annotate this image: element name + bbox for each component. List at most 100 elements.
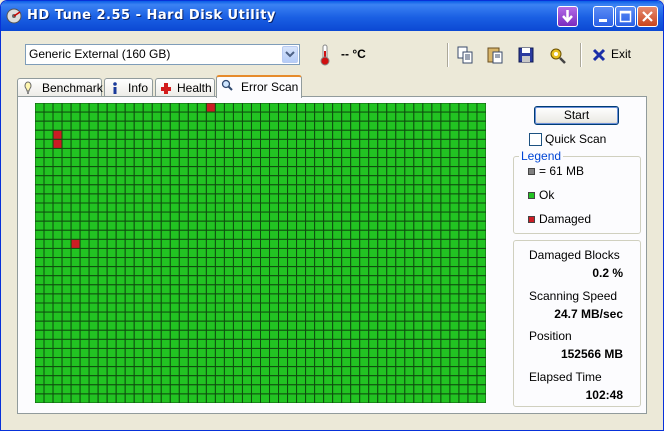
ok-block <box>323 266 334 277</box>
tab-health[interactable]: Health <box>155 78 215 97</box>
ok-block <box>133 366 144 377</box>
ok-block <box>359 247 370 259</box>
ok-block <box>314 266 325 277</box>
ok-block <box>431 229 442 240</box>
ok-block <box>160 147 171 159</box>
temperature-readout: -- °C <box>341 47 366 61</box>
ok-block <box>169 329 180 340</box>
drive-select[interactable]: Generic External (160 GB) <box>25 44 300 65</box>
ok-block <box>467 229 478 240</box>
ok-block <box>260 202 271 213</box>
ok-block <box>332 357 343 368</box>
ok-block <box>287 202 298 213</box>
ok-block <box>142 238 153 249</box>
tab-info[interactable]: Info <box>104 78 153 97</box>
ok-block <box>431 138 442 149</box>
close-button[interactable] <box>637 6 658 27</box>
ok-block <box>79 366 90 377</box>
ok-block <box>35 120 45 131</box>
ok-block <box>458 129 469 140</box>
ok-block <box>205 175 216 186</box>
options-icon[interactable] <box>548 45 568 65</box>
ok-block <box>187 120 198 131</box>
ok-block <box>52 184 63 195</box>
ok-block <box>223 266 234 277</box>
ok-block <box>260 111 271 122</box>
ok-block <box>169 211 180 222</box>
ok-block <box>449 257 460 268</box>
ok-block <box>142 247 153 259</box>
ok-block <box>106 375 117 386</box>
ok-block <box>223 103 234 113</box>
ok-block <box>332 375 343 386</box>
ok-block <box>467 157 478 168</box>
ok-block <box>169 138 180 149</box>
ok-block <box>61 338 72 349</box>
ok-block <box>142 166 153 177</box>
minimize-button[interactable] <box>593 6 614 27</box>
ok-block <box>214 329 225 340</box>
ok-block <box>350 147 361 159</box>
ok-block <box>79 338 90 349</box>
paste-icon[interactable] <box>485 45 505 65</box>
ok-block <box>241 302 252 313</box>
ok-block <box>196 293 207 304</box>
ok-block <box>467 247 478 259</box>
damaged-blocks-value: 0.2 % <box>592 266 623 280</box>
chevron-down-icon[interactable] <box>282 46 298 63</box>
save-icon[interactable] <box>516 45 536 65</box>
ok-block <box>70 393 81 403</box>
ok-block <box>178 157 189 168</box>
ok-block <box>124 193 135 204</box>
ok-block <box>250 329 261 340</box>
title-bar[interactable]: HD Tune 2.55 - Hard Disk Utility <box>1 1 663 31</box>
tab-benchmark[interactable]: Benchmark <box>17 78 103 97</box>
ok-block <box>341 284 352 295</box>
ok-block <box>368 302 379 313</box>
ok-block <box>386 211 397 222</box>
ok-block <box>133 229 144 240</box>
checkbox-icon[interactable] <box>529 133 542 146</box>
ok-block <box>232 393 243 403</box>
ok-block <box>223 166 234 177</box>
ok-block <box>332 111 343 122</box>
ok-block <box>413 357 424 368</box>
ok-block <box>413 129 424 140</box>
ok-block <box>214 357 225 368</box>
ok-block <box>341 120 352 131</box>
ok-block <box>332 257 343 268</box>
ok-block <box>61 193 72 204</box>
ok-block <box>296 147 307 159</box>
ok-block <box>269 147 280 159</box>
ok-block <box>79 157 90 168</box>
ok-block <box>97 193 108 204</box>
ok-block <box>115 320 126 331</box>
copy-icon[interactable] <box>455 45 475 65</box>
ok-block <box>395 284 406 295</box>
ok-block <box>241 357 252 368</box>
ok-block <box>223 284 234 295</box>
ok-block <box>296 347 307 359</box>
ok-block <box>386 202 397 213</box>
ok-block <box>296 193 307 204</box>
ok-block <box>214 393 225 403</box>
ok-block <box>458 257 469 268</box>
ok-block <box>97 320 108 331</box>
maximize-button[interactable] <box>615 6 636 27</box>
ok-block <box>61 138 72 149</box>
ok-block <box>269 247 280 259</box>
ok-block <box>359 375 370 386</box>
ok-block <box>52 229 63 240</box>
ok-block <box>205 293 216 304</box>
ok-block <box>214 202 225 213</box>
ok-block <box>124 166 135 177</box>
tab-error-scan[interactable]: Error Scan <box>216 75 302 98</box>
ok-block <box>124 384 135 395</box>
ok-block <box>386 266 397 277</box>
ok-block <box>124 147 135 159</box>
download-button[interactable] <box>557 6 578 27</box>
start-button[interactable]: Start <box>534 106 619 125</box>
ok-block <box>232 257 243 268</box>
ok-block <box>305 211 316 222</box>
ok-block <box>386 147 397 159</box>
